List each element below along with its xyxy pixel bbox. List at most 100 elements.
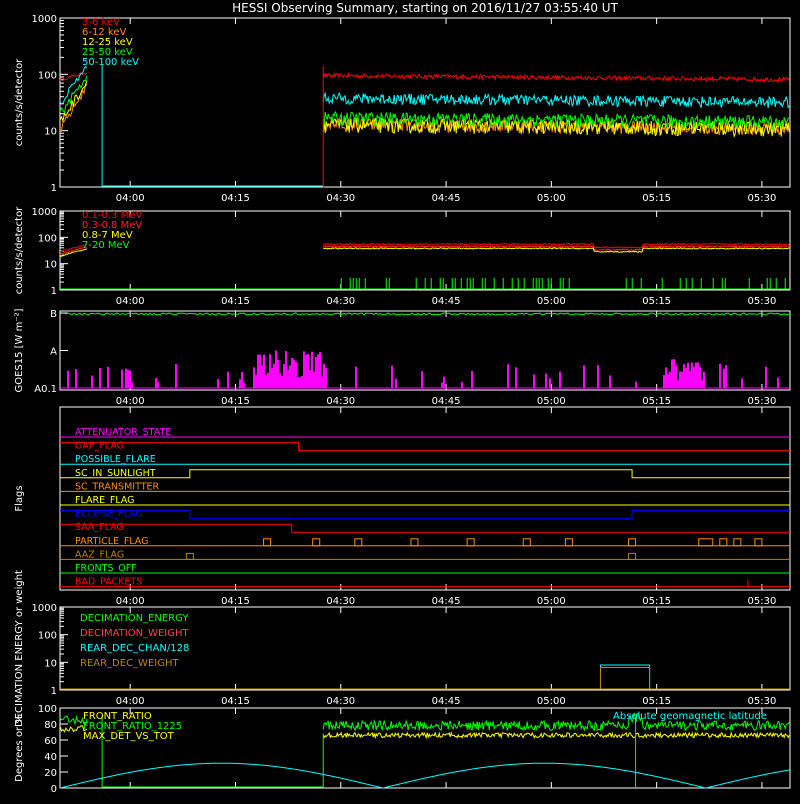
y-axis-label: counts/s/detector [14,58,25,146]
particle-flag-pulse [733,538,742,547]
legend-entry: DECIMATION_ENERGY [80,613,189,624]
goes-long-line [59,312,791,316]
x-tick-label: 05:15 [642,296,671,307]
series-line-1 [59,82,88,133]
particle-flag-pulse [719,538,728,547]
x-tick-label: 04:00 [116,193,145,204]
particle-flag-pulse [354,538,363,547]
flag-label: ECLIPSE_FLAG [75,509,143,520]
y-tick-label: 1000 [32,207,57,218]
x-tick-label: 05:30 [748,696,777,707]
rear-dec-weight-box [599,667,651,690]
y-axis-label: DECIMATION ENERGY or weight [14,570,25,727]
flag-label: BAD_PACKETS [75,577,142,588]
x-tick-label: 04:45 [432,193,461,204]
x-tick-label: 05:15 [642,193,671,204]
y-tick-label: 20 [44,768,57,779]
x-tick-label: 05:00 [537,296,566,307]
legend-entry: REAR_DEC_CHAN/128 [80,643,189,654]
y-tick-label: 60 [44,736,57,747]
legend-entry: MAX_DET_VS_TOT [83,731,175,742]
flag-label: FLARE_FLAG [75,495,135,506]
front-ratio-line [322,731,790,740]
observing-summary-svg: HESSI Observing Summary, starting on 201… [14,1,791,795]
x-tick-label: 04:30 [326,296,355,307]
x-tick-label: 04:30 [326,696,355,707]
flag-line-3 [60,469,790,479]
legend-entry: Absolute geomagnetic latitude [613,711,767,722]
particle-flag-pulse [754,538,763,547]
y-tick-label: 1000 [32,603,57,614]
x-tick-label: 05:30 [748,596,777,607]
y-tick-label: 10 [44,260,57,271]
particle-flag-pulse [628,538,637,547]
x-tick-label: 04:15 [221,596,250,607]
x-tick-label: 04:45 [432,396,461,407]
flag-label: GAP_FLAG [75,441,124,452]
y-tick-label: 0 [51,784,57,795]
y-tick-label: A0.1 [34,384,57,395]
x-tick-label: 04:15 [221,396,250,407]
chart-title: HESSI Observing Summary, starting on 201… [232,1,618,15]
particle-flag-pulse [263,538,272,547]
y-tick-label: 10 [44,127,57,138]
y-tick-label: 100 [38,704,57,715]
particle-flag-pulse [466,538,475,547]
x-tick-label: 05:30 [748,296,777,307]
x-tick-label: 05:00 [537,396,566,407]
particle-flag-pulse [312,538,321,547]
legend-entry: 7-20 MeV [82,240,130,251]
x-tick-label: 05:15 [642,696,671,707]
x-tick-label: 05:15 [642,596,671,607]
y-tick-label: B [50,309,57,320]
aaz-flag-pulse [628,552,637,560]
y-tick-label: 1 [51,183,57,194]
x-tick-label: 05:00 [537,596,566,607]
legend-entry: 50-100 keV [82,57,139,68]
x-tick-label: 04:00 [116,296,145,307]
x-tick-label: 05:00 [537,193,566,204]
geomagnetic-latitude-line [59,762,791,789]
flag-line-6 [60,510,790,520]
series-line-4 [322,91,790,109]
y-tick-label: 10 [44,658,57,669]
x-tick-label: 04:15 [221,696,250,707]
particle-flag-pulse [564,538,573,547]
x-tick-label: 05:00 [537,696,566,707]
legend-entry: REAR_DEC_WEIGHT [80,658,179,669]
x-tick-label: 04:45 [432,296,461,307]
series-line-4 [59,65,88,105]
flag-label: POSSIBLE_FLARE [75,454,156,465]
particle-flag-pulse [698,538,714,547]
y-tick-label: 1 [51,686,57,697]
y-axis-label: Flags [14,485,25,511]
x-tick-label: 04:00 [116,696,145,707]
y-axis-label: counts/s/detector [14,206,25,294]
observing-summary: HESSI Observing Summary, starting on 201… [0,0,800,800]
flag-label: SC_IN_SUNLIGHT [75,468,156,479]
flag-label: SC_TRANSMITTER [75,481,160,492]
x-tick-label: 04:30 [326,193,355,204]
flag-line-7 [60,523,790,533]
x-tick-label: 04:45 [432,696,461,707]
particle-flag-pulse [410,538,419,547]
y-tick-label: 80 [44,720,57,731]
legend-entry: DECIMATION_WEIGHT [80,628,189,639]
x-tick-label: 05:30 [748,193,777,204]
y-tick-label: 1 [51,286,57,297]
x-tick-label: 04:15 [221,296,250,307]
x-tick-label: 04:30 [326,396,355,407]
flag-line-1 [60,442,790,452]
flag-label: FRONTS_OFF [75,563,137,574]
y-axis-label: GOES15 [W m⁻²] [14,308,25,392]
x-tick-label: 04:00 [116,396,145,407]
x-tick-label: 04:45 [432,596,461,607]
y-tick-label: 100 [38,631,57,642]
flag-label: PARTICLE_FLAG [75,536,148,547]
flag-label: ATTENUATOR_STATE [75,427,171,438]
particle-flag-pulse [522,538,531,547]
x-tick-label: 04:30 [326,596,355,607]
series-line-0 [322,72,790,83]
y-tick-label: 100 [38,70,57,81]
y-tick-label: 1000 [32,14,57,25]
